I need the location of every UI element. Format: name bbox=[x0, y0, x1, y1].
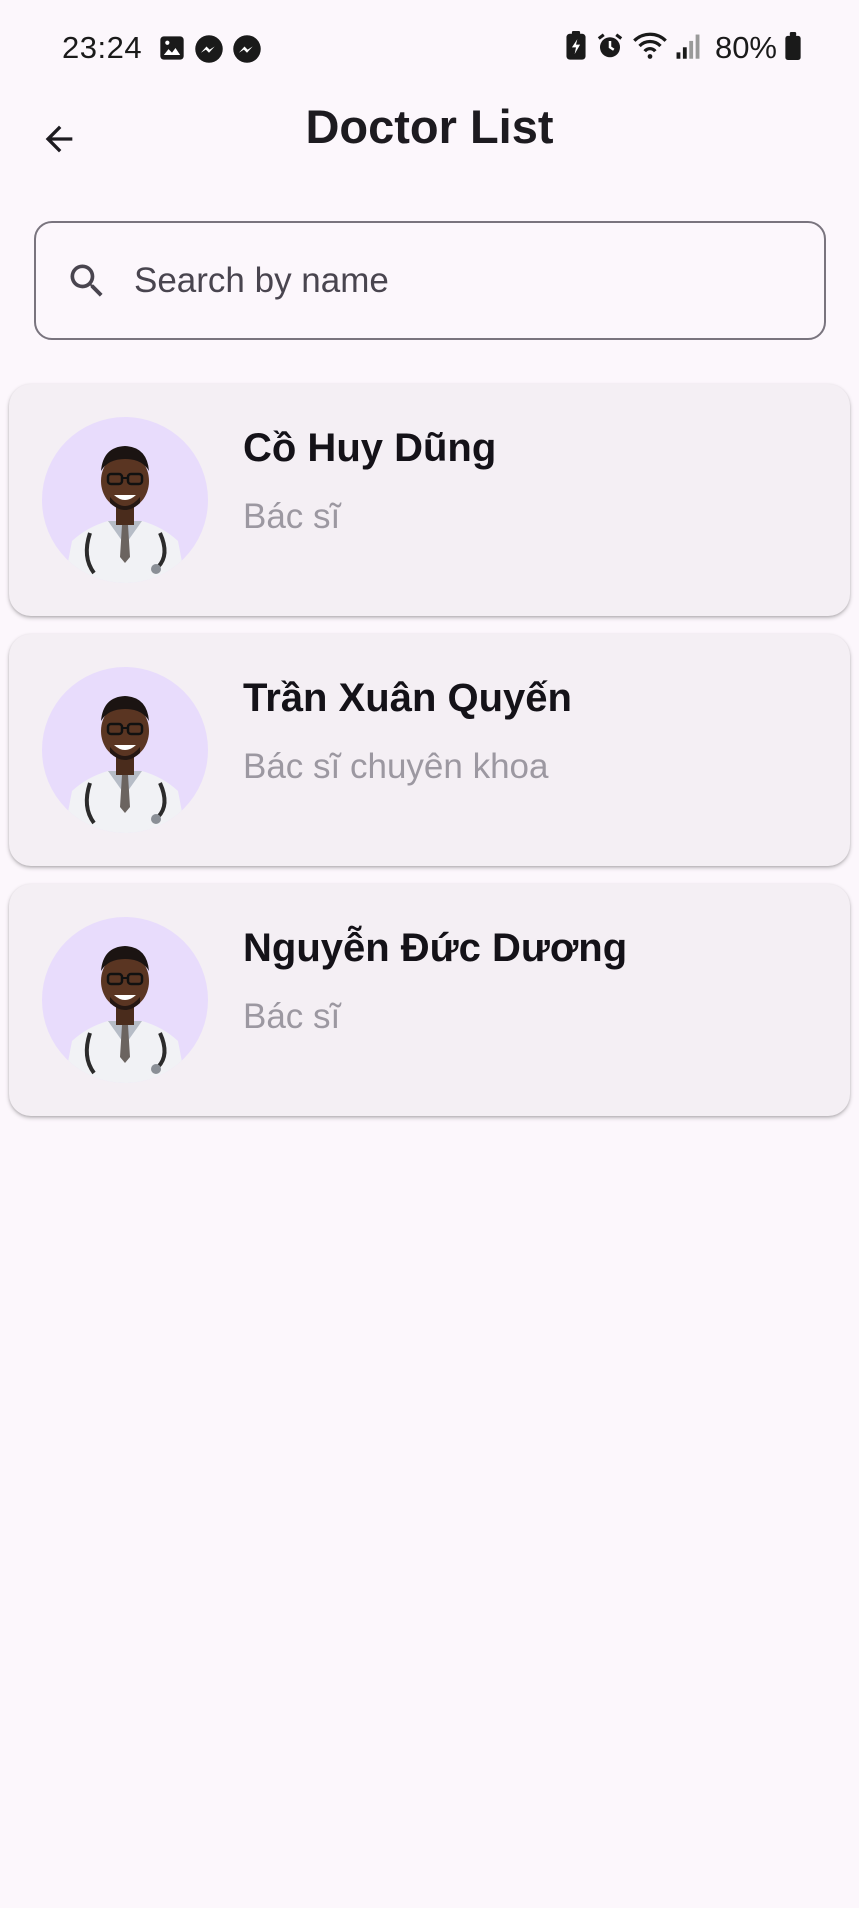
system-icons: 80% bbox=[565, 30, 801, 66]
battery-percent: 80% bbox=[714, 30, 777, 65]
battery-saver-icon bbox=[565, 30, 587, 66]
doctor-list: Cồ Huy Dũng Bác sĩ Trần Xuân Quyến Bác s… bbox=[9, 384, 850, 1134]
notification-icons bbox=[158, 34, 262, 69]
search-icon bbox=[64, 258, 110, 304]
doctor-name: Trần Xuân Quyến bbox=[243, 676, 572, 720]
doctor-avatar bbox=[42, 417, 208, 583]
status-bar: 23:24 80% bbox=[0, 0, 859, 96]
app-bar: Doctor List bbox=[0, 96, 859, 188]
messenger-icon bbox=[194, 34, 224, 69]
battery-icon bbox=[785, 31, 801, 65]
doctor-title: Bác sĩ bbox=[243, 997, 341, 1036]
doctor-avatar bbox=[42, 917, 208, 1083]
alarm-icon bbox=[595, 31, 625, 66]
doctor-avatar bbox=[42, 667, 208, 833]
doctor-title: Bác sĩ chuyên khoa bbox=[243, 747, 549, 786]
search-field[interactable] bbox=[34, 221, 826, 340]
doctor-card[interactable]: Cồ Huy Dũng Bác sĩ bbox=[9, 384, 850, 616]
doctor-name: Cồ Huy Dũng bbox=[243, 426, 497, 470]
doctor-name: Nguyễn Đức Dương bbox=[243, 926, 628, 970]
gallery-icon bbox=[158, 34, 186, 69]
page-title: Doctor List bbox=[305, 100, 554, 153]
messenger-icon bbox=[232, 34, 262, 69]
doctor-card[interactable]: Nguyễn Đức Dương Bác sĩ bbox=[9, 884, 850, 1116]
search-input[interactable] bbox=[134, 260, 824, 301]
wifi-icon bbox=[633, 31, 667, 66]
signal-icon bbox=[675, 32, 701, 65]
doctor-card[interactable]: Trần Xuân Quyến Bác sĩ chuyên khoa bbox=[9, 634, 850, 866]
doctor-title: Bác sĩ bbox=[243, 497, 341, 536]
status-time: 23:24 bbox=[62, 30, 143, 65]
